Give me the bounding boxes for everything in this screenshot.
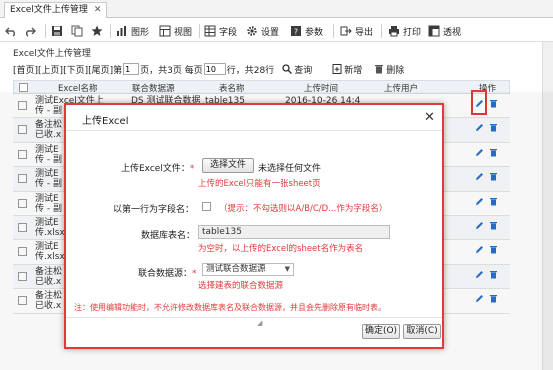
rows-count-text: 行，共28行 [226,65,275,76]
search-icon [282,64,293,74]
resize-grip-icon: ◢ [257,319,263,327]
redo-button[interactable] [24,23,36,39]
view-button-label: 视图 [174,27,193,38]
save-button[interactable] [51,23,63,39]
export-button-label: 导出 [355,27,374,38]
datasource-hint: 选择建表的联合数据源 [198,281,284,291]
prev-page-link[interactable]: [上页] [38,63,63,76]
first-row-checkbox[interactable] [202,202,211,211]
printer-icon [389,26,399,37]
no-file-text: 未选择任何文件 [258,164,322,174]
page-number-input[interactable] [123,63,140,75]
toolbar-divider [199,24,200,38]
favorite-button[interactable] [91,23,103,39]
table-name-hint: 为空时，以上传的Excel的sheet名作为表名 [198,244,364,254]
select-all-checkbox[interactable] [19,83,28,92]
save-icon [52,26,62,36]
last-page-link[interactable]: [尾页] [88,63,113,76]
params-button-label: 参数 [305,27,324,38]
tab-close-icon[interactable]: ✕ [94,5,102,15]
required-mark: * [192,269,197,279]
bar-chart-icon [117,26,126,36]
query-button[interactable]: 查询 [282,63,312,76]
export-icon [340,26,352,36]
print-button-label: 打印 [403,27,422,38]
cancel-button[interactable]: 取消(C) [403,324,441,339]
trash-icon [375,65,384,74]
file-label: 上传Excel文件：* [121,164,195,174]
tab-excel-upload[interactable]: Excel文件上传管理 ✕ [4,2,108,18]
delete-button[interactable]: 删除 [374,63,404,76]
datasource-selected-value: 测试联合数据源 [206,264,266,274]
first-row-hint: （提示：不勾选则以A/B/C/D...作为字段名） [219,204,388,214]
pager: [首页] [上页] [下页] [尾页] 第 页，共3页 每页 行，共28行 查询… [13,62,404,76]
fields-button-label: 字段 [219,27,238,38]
print-button[interactable]: 打印 [388,23,421,39]
copy-icon [71,25,83,37]
chart-button[interactable]: 图形 [116,23,149,39]
redo-icon [26,27,36,37]
toolbar-divider [110,24,111,38]
params-button[interactable]: ? 参数 [290,23,323,39]
gear-icon [247,26,257,36]
view-button[interactable]: 视图 [159,23,192,39]
dialog-footer-divider [66,317,442,318]
ok-button[interactable]: 确定(O) [362,324,400,339]
datasource-label: 联合数据源：* [138,269,197,279]
total-pages-text: 页，共3页 每页 [140,65,203,76]
datasource-select[interactable]: 测试联合数据源 ▼ [202,263,294,276]
first-page-link[interactable]: [首页] [13,63,38,76]
first-row-label: 以第一行为字段名： [113,205,195,215]
add-label: 新增 [344,65,363,76]
help-params-icon: ? [291,26,301,37]
undo-icon [5,27,15,37]
delete-label: 删除 [386,65,405,76]
choose-file-button[interactable]: 选择文件 [202,158,254,173]
file-hint: 上传的Excel只能有一张sheet页 [198,179,321,189]
pivot-button[interactable]: 透视 [428,23,461,39]
add-button[interactable]: 新增 [332,63,362,76]
copy-button[interactable] [71,23,83,39]
tab-title: Excel文件上传管理 [10,5,88,15]
tab-bar: Excel文件上传管理 ✕ [0,0,553,18]
dialog-close-icon[interactable]: ✕ [424,110,435,125]
chevron-down-icon: ▼ [284,265,290,273]
upload-excel-dialog: 上传Excel ✕ 上传Excel文件：* 选择文件 未选择任何文件 上传的Ex… [64,103,444,349]
fields-icon [204,25,216,37]
toolbar: 图形 视图 字段 设置 ? 参数 导出 打印 透视 [0,20,553,42]
next-page-link[interactable]: [下页] [63,63,88,76]
undo-button[interactable] [5,23,17,39]
settings-button[interactable]: 设置 [246,23,279,39]
grid-view-icon [159,25,171,37]
query-label: 查询 [294,65,313,76]
toolbar-divider [45,24,46,38]
settings-button-label: 设置 [261,27,280,38]
svg-text:?: ? [294,28,298,37]
table-name-label: 数据库表名： [141,231,196,241]
pivot-button-label: 透视 [443,27,462,38]
required-mark: * [189,164,195,174]
dialog-title: 上传Excel [82,116,129,127]
table-name-input[interactable]: table135 [198,225,390,239]
toolbar-divider [381,24,382,38]
dialog-header: 上传Excel ✕ [66,105,442,131]
edit-note: 注：使用编辑功能时，不允许修改数据库表名及联合数据源，并且会先删除原有临时表。 [74,303,386,312]
pivot-icon [428,25,440,37]
toolbar-divider [333,24,334,38]
chart-button-label: 图形 [131,27,150,38]
page-prefix: 第 [113,65,123,76]
export-button[interactable]: 导出 [340,23,373,39]
fields-button[interactable]: 字段 [204,23,237,39]
star-icon [91,25,103,36]
add-doc-icon [332,64,342,74]
per-page-input[interactable] [203,63,226,75]
page-title: Excel文件上传管理 [13,49,91,59]
